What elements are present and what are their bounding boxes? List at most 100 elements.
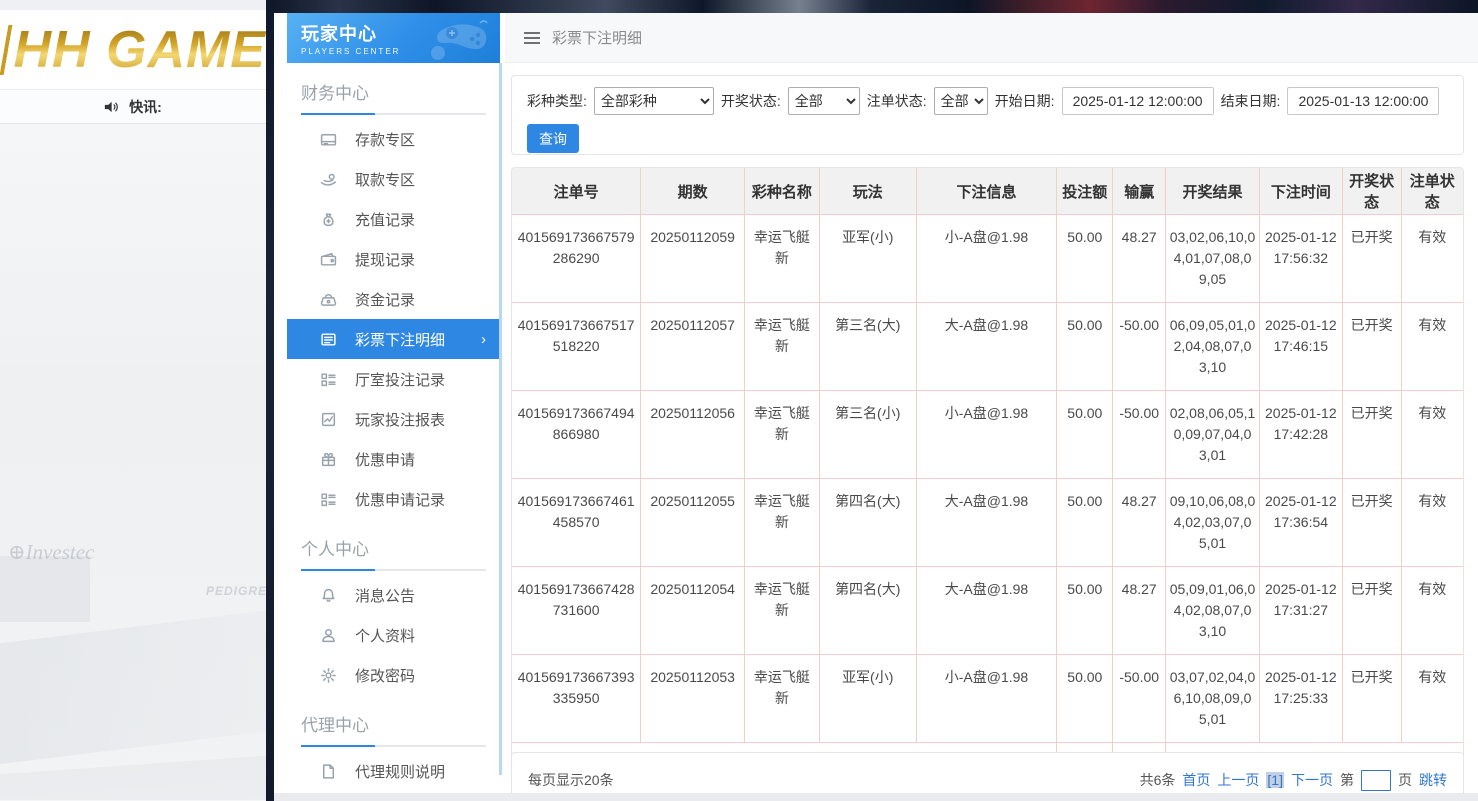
sidebar-item-password-gear[interactable]: 修改密码 [287, 655, 500, 695]
sidebar-item-withdrawal-record[interactable]: 提现记录 [287, 239, 500, 279]
table-cell: 2025-01-12 17:56:32 [1259, 215, 1342, 303]
sidebar-item-label: 代理规则说明 [355, 761, 445, 782]
top-light-strip [0, 0, 266, 10]
dark-top-strip [266, 0, 1478, 13]
sidebar-item-profile[interactable]: 个人资料 [287, 615, 500, 655]
promo-record-icon [320, 491, 337, 508]
sidebar-header: 玩家中心 PLAYERS CENTER [287, 13, 500, 63]
table-cell: 已开奖 [1342, 215, 1401, 303]
table-cell: 401569173667461458570 [512, 479, 641, 567]
news-label: 快讯: [129, 97, 162, 117]
sidebar-item-label: 提现记录 [355, 249, 415, 270]
table-cell: -50.00 [1113, 303, 1166, 391]
sidebar-item-recharge-moneybag[interactable]: 充值记录 [287, 199, 500, 239]
table-cell: 20250112053 [641, 655, 745, 743]
sidebar-item-promo-record[interactable]: 优惠申请记录 [287, 479, 500, 519]
sidebar-item-deposit-card[interactable]: 存款专区 [287, 119, 500, 159]
table-cell: 2025-01-12 17:31:27 [1259, 567, 1342, 655]
menu-toggle-icon[interactable] [524, 32, 540, 44]
section-title: 财务中心 [287, 63, 500, 113]
column-header: 输赢 [1113, 168, 1166, 215]
table-row: 40156917366739333595020250112053幸运飞艇新亚军(… [512, 655, 1463, 743]
sidebar-item-hall-bet-record[interactable]: 厅室投注记录 [287, 359, 500, 399]
sidebar-item-funds-record[interactable]: 资金记录 [287, 279, 500, 319]
order-status-label: 注单状态: [867, 91, 927, 111]
table-cell: 亚军(小) [819, 215, 916, 303]
table-cell: 已开奖 [1342, 479, 1401, 567]
stadium-field [0, 752, 266, 800]
first-page-link[interactable]: 首页 [1182, 770, 1210, 790]
sidebar-menu: 财务中心存款专区取款专区充值记录提现记录资金记录彩票下注明细›厅室投注记录玩家投… [287, 63, 500, 801]
prev-page-link[interactable]: 上一页 [1217, 770, 1259, 790]
table-cell: 幸运飞艇新 [745, 303, 820, 391]
password-gear-icon [320, 667, 337, 684]
table-cell: 50.00 [1057, 391, 1113, 479]
sidebar-item-label: 优惠申请 [355, 449, 415, 470]
table-cell: 401569173667579286290 [512, 215, 641, 303]
table-cell: 20250112056 [641, 391, 745, 479]
sidebar-item-agent-rules[interactable]: 代理规则说明 [287, 751, 500, 791]
lottery-type-select[interactable]: 全部彩种 [594, 87, 714, 115]
sidebar-item-label: 彩票下注明细 [355, 329, 445, 350]
hall-bet-record-icon [320, 371, 337, 388]
deposit-card-icon [320, 131, 337, 148]
page-size-text: 每页显示20条 [528, 770, 614, 790]
jump-page-input[interactable] [1361, 770, 1391, 791]
start-date-label: 开始日期: [995, 91, 1055, 111]
table-cell: 第三名(小) [819, 391, 916, 479]
order-status-select[interactable]: 全部 [934, 87, 988, 115]
next-page-link[interactable]: 下一页 [1291, 770, 1333, 790]
jump-button[interactable]: 跳转 [1419, 770, 1447, 790]
table-cell: 20250112057 [641, 303, 745, 391]
table-cell: 05,09,01,06,04,02,08,07,03,10 [1166, 567, 1260, 655]
pagination-bar: 每页显示20条 共6条 首页 上一页 [1] 下一页 第 页 跳转 [511, 752, 1464, 796]
sidebar-item-label: 个人资料 [355, 625, 415, 646]
bell-icon [320, 587, 337, 604]
table-cell: 02,08,06,05,10,09,07,04,03,01 [1166, 391, 1260, 479]
sidebar-item-withdraw-hand[interactable]: 取款专区 [287, 159, 500, 199]
table-cell: 幸运飞艇新 [745, 479, 820, 567]
table-cell: 大-A盘@1.98 [916, 303, 1057, 391]
table-cell: 50.00 [1057, 303, 1113, 391]
end-date-input[interactable] [1287, 87, 1439, 115]
table-cell: 50.00 [1057, 655, 1113, 743]
bottom-gray-strip [274, 793, 1478, 801]
sidebar-item-bell[interactable]: 消息公告 [287, 575, 500, 615]
sidebar-item-label: 取款专区 [355, 169, 415, 190]
draw-status-select[interactable]: 全部 [788, 87, 860, 115]
lottery-type-label: 彩种类型: [527, 91, 587, 111]
table-cell: 401569173667517518220 [512, 303, 641, 391]
table-cell: 2025-01-12 17:36:54 [1259, 479, 1342, 567]
sidebar-item-player-bet-report[interactable]: 玩家投注报表 [287, 399, 500, 439]
column-header: 彩种名称 [745, 168, 820, 215]
stadium-billboard [0, 556, 90, 622]
section-underline [301, 569, 486, 571]
table-cell: 48.27 [1113, 215, 1166, 303]
table-cell: 幸运飞艇新 [745, 215, 820, 303]
start-date-input[interactable] [1062, 87, 1214, 115]
column-header: 开奖结果 [1166, 168, 1260, 215]
sidebar-item-lottery-bet-detail[interactable]: 彩票下注明细› [287, 319, 500, 359]
table-cell: 有效 [1401, 567, 1463, 655]
column-header: 开奖状态 [1342, 168, 1401, 215]
sidebar-scrollbar[interactable] [499, 63, 502, 775]
main-content: 彩票下注明细 彩种类型: 全部彩种 开奖状态: 全部 注单状态: 全部 开始日期… [505, 13, 1478, 801]
recharge-moneybag-icon [320, 211, 337, 228]
table-cell: 2025-01-12 17:46:15 [1259, 303, 1342, 391]
stadium-background: ⊕Investec PEDIGREE [0, 124, 266, 800]
profile-icon [320, 627, 337, 644]
table-cell: 小-A盘@1.98 [916, 215, 1057, 303]
table-header-row: 注单号期数彩种名称玩法下注信息投注额输赢开奖结果下注时间开奖状态注单状态 [512, 168, 1463, 215]
logo-band: HH GAME [0, 10, 266, 90]
column-header: 期数 [641, 168, 745, 215]
pedigree-watermark: PEDIGREE [206, 584, 266, 598]
table-cell: 已开奖 [1342, 391, 1401, 479]
table-cell: 20250112054 [641, 567, 745, 655]
current-page-indicator[interactable]: [1] [1266, 772, 1284, 788]
sidebar-item-promo-apply[interactable]: 优惠申请 [287, 439, 500, 479]
search-button[interactable]: 查询 [527, 124, 579, 153]
table-cell: 401569173667393335950 [512, 655, 641, 743]
table-cell: 有效 [1401, 215, 1463, 303]
jump-suffix-label: 页 [1398, 770, 1412, 790]
total-count-text: 共6条 [1140, 770, 1176, 790]
